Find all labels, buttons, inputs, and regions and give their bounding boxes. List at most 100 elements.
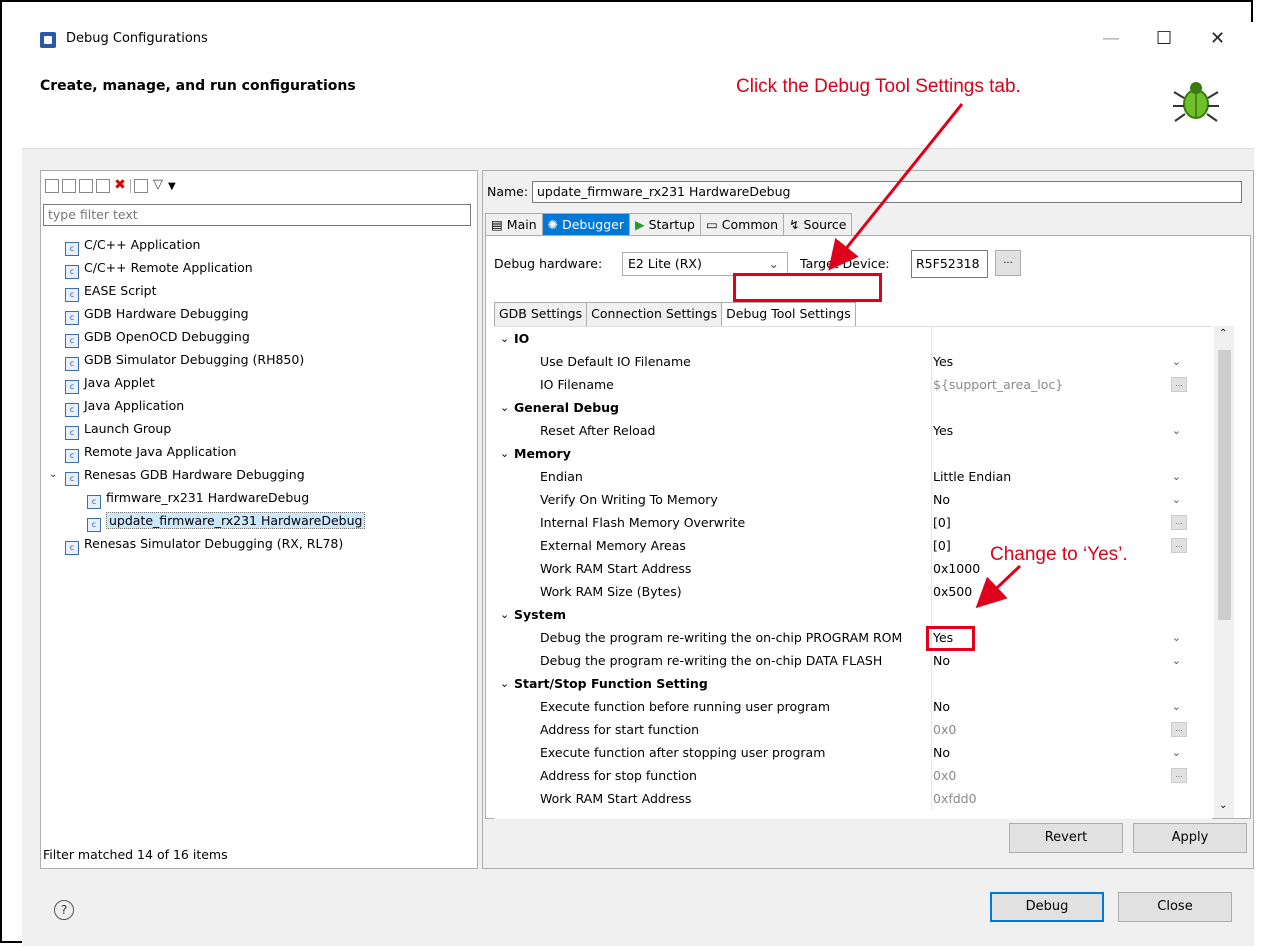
tree-item[interactable]: c C/C++ Remote Application (43, 256, 473, 279)
subtab-connection-settings[interactable]: Connection Settings (586, 302, 723, 326)
duplicate-icon[interactable] (96, 179, 110, 193)
tab-debugger[interactable]: ✺ Debugger (541, 213, 630, 236)
grid-value[interactable]: 0xfdd0 (933, 787, 1189, 810)
scroll-up-icon[interactable]: ⌃ (1219, 328, 1227, 339)
chevron-down-icon[interactable]: ⌄ (1172, 419, 1181, 442)
scrollbar-thumb[interactable] (1218, 350, 1231, 620)
filter-icon[interactable]: ▽ (151, 178, 165, 193)
grid-key-label: Endian (540, 469, 583, 484)
browse-icon[interactable]: ... (1171, 377, 1187, 392)
grid-row[interactable]: Work RAM Size (Bytes) 0x500 (494, 580, 1212, 603)
tab-main[interactable]: ▤ Main (485, 213, 543, 236)
name-input[interactable]: update_firmware_rx231 HardwareDebug (532, 181, 1242, 203)
tree-item[interactable]: c GDB OpenOCD Debugging (43, 325, 473, 348)
chevron-down-icon[interactable]: ⌄ (1172, 626, 1181, 649)
collapse-icon[interactable]: ⌄ (500, 396, 509, 419)
grid-category[interactable]: ⌄ System (494, 603, 1212, 626)
grid-row[interactable]: IO Filename ${support_area_loc}... (494, 373, 1212, 396)
grid-value[interactable]: No ⌄ (933, 695, 1189, 718)
view-menu-icon[interactable]: ▼ (168, 181, 176, 192)
grid-row[interactable]: Internal Flash Memory Overwrite [0]... (494, 511, 1212, 534)
minimize-button[interactable]: — (1102, 28, 1120, 49)
grid-category[interactable]: ⌄ Start/Stop Function Setting (494, 672, 1212, 695)
grid-value[interactable]: ${support_area_loc}... (933, 373, 1189, 396)
chevron-down-icon[interactable]: ⌄ (1172, 488, 1181, 511)
tree-item-label: EASE Script (84, 283, 157, 298)
grid-row[interactable]: Verify On Writing To Memory No ⌄ (494, 488, 1212, 511)
browse-icon[interactable]: ... (1171, 722, 1187, 737)
tab-source[interactable]: ↯ Source (783, 213, 853, 236)
grid-value[interactable]: No ⌄ (933, 741, 1189, 764)
chevron-down-icon[interactable]: ⌄ (1172, 741, 1181, 764)
target-browse-button[interactable]: ... (995, 250, 1021, 276)
collapse-all-icon[interactable] (134, 179, 148, 193)
delete-icon[interactable]: ✖ (113, 178, 127, 193)
subtab-gdb-settings[interactable]: GDB Settings (494, 302, 588, 326)
tree-item[interactable]: c update_firmware_rx231 HardwareDebug (43, 509, 473, 532)
chevron-down-icon[interactable]: ⌄ (1172, 695, 1181, 718)
grid-value[interactable]: No ⌄ (933, 488, 1189, 511)
close-button[interactable]: Close (1118, 892, 1232, 922)
grid-row[interactable]: Execute function before running user pro… (494, 695, 1212, 718)
scroll-down-icon[interactable]: ⌄ (1219, 800, 1227, 811)
grid-row[interactable]: Address for start function 0x0... (494, 718, 1212, 741)
maximize-button[interactable]: ☐ (1156, 28, 1172, 49)
filter-input[interactable]: type filter text (43, 204, 471, 226)
tree-item[interactable]: c C/C++ Application (43, 233, 473, 256)
tree-item[interactable]: c EASE Script (43, 279, 473, 302)
grid-key: Debug the program re-writing the on-chip… (494, 649, 932, 672)
new-config-icon[interactable] (45, 179, 59, 193)
browse-icon[interactable]: ... (1171, 768, 1187, 783)
tree-item[interactable]: c Remote Java Application (43, 440, 473, 463)
grid-category[interactable]: ⌄ General Debug (494, 396, 1212, 419)
grid-value[interactable]: 0x500 (933, 580, 1189, 603)
tree-item[interactable]: c Renesas Simulator Debugging (RX, RL78) (43, 532, 473, 555)
grid-value[interactable]: Yes ⌄ (933, 350, 1189, 373)
debug-button[interactable]: Debug (990, 892, 1104, 922)
export-icon[interactable] (79, 179, 93, 193)
grid-category[interactable]: ⌄ IO (494, 327, 1212, 350)
grid-row[interactable]: Execute function after stopping user pro… (494, 741, 1212, 764)
grid-value[interactable]: 0x0... (933, 718, 1189, 741)
tree-item[interactable]: c GDB Simulator Debugging (RH850) (43, 348, 473, 371)
collapse-icon[interactable]: ⌄ (500, 327, 509, 350)
tree-item[interactable]: c Java Application (43, 394, 473, 417)
browse-icon[interactable]: ... (1171, 538, 1187, 553)
tree-item[interactable]: c firmware_rx231 HardwareDebug (43, 486, 473, 509)
subtab-debug-tool-settings[interactable]: Debug Tool Settings (721, 302, 856, 326)
new-prototype-icon[interactable] (62, 179, 76, 193)
grid-value[interactable]: [0]... (933, 511, 1189, 534)
grid-row[interactable]: Debug the program re-writing the on-chip… (494, 626, 1212, 649)
revert-button[interactable]: Revert (1009, 823, 1123, 853)
grid-row[interactable]: Reset After Reload Yes ⌄ (494, 419, 1212, 442)
expand-icon[interactable]: ⌄ (49, 463, 57, 486)
target-device-input[interactable]: R5F52318 (911, 250, 988, 278)
apply-button[interactable]: Apply (1133, 823, 1247, 853)
tree-item[interactable]: c Java Applet (43, 371, 473, 394)
grid-row[interactable]: Endian Little Endian ⌄ (494, 465, 1212, 488)
grid-value[interactable]: No ⌄ (933, 649, 1189, 672)
tree-item[interactable]: ⌄ c Renesas GDB Hardware Debugging (43, 463, 473, 486)
close-window-button[interactable]: ✕ (1210, 28, 1225, 49)
grid-value[interactable]: Little Endian ⌄ (933, 465, 1189, 488)
grid-category[interactable]: ⌄ Memory (494, 442, 1212, 465)
browse-icon[interactable]: ... (1171, 515, 1187, 530)
grid-row[interactable]: Address for stop function 0x0... (494, 764, 1212, 787)
tab-common[interactable]: ▭ Common (699, 213, 785, 236)
collapse-icon[interactable]: ⌄ (500, 672, 509, 695)
chevron-down-icon[interactable]: ⌄ (1172, 465, 1181, 488)
chevron-down-icon[interactable]: ⌄ (1172, 350, 1181, 373)
grid-row[interactable]: Work RAM Start Address 0xfdd0 (494, 787, 1212, 810)
grid-value[interactable]: Yes ⌄ (933, 419, 1189, 442)
tree-item[interactable]: c GDB Hardware Debugging (43, 302, 473, 325)
tab-startup[interactable]: ▶ Startup (628, 213, 701, 236)
tree-item[interactable]: c Launch Group (43, 417, 473, 440)
grid-row[interactable]: Use Default IO Filename Yes ⌄ (494, 350, 1212, 373)
grid-value[interactable]: 0x0... (933, 764, 1189, 787)
collapse-icon[interactable]: ⌄ (500, 442, 509, 465)
grid-row[interactable]: Debug the program re-writing the on-chip… (494, 649, 1212, 672)
collapse-icon[interactable]: ⌄ (500, 603, 509, 626)
vertical-scrollbar[interactable]: ⌃ ⌄ (1214, 326, 1234, 818)
chevron-down-icon[interactable]: ⌄ (1172, 649, 1181, 672)
help-icon[interactable]: ? (54, 900, 74, 920)
